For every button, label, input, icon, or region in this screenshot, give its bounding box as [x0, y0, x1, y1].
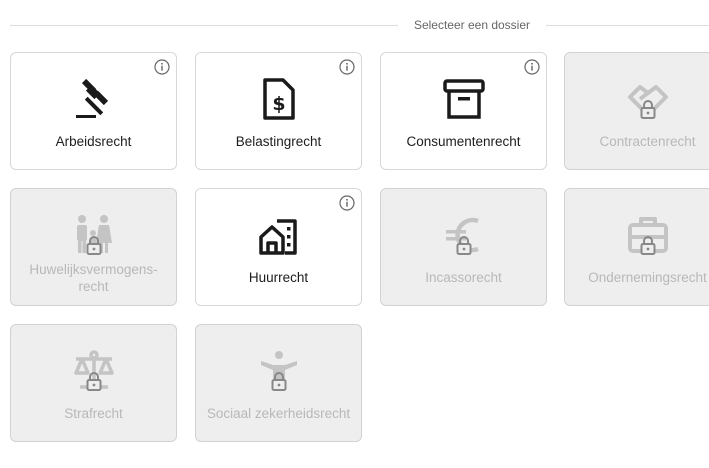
lock-icon [86, 236, 101, 255]
info-icon[interactable] [339, 195, 355, 211]
info-icon[interactable] [154, 59, 170, 75]
dossier-card-incassorecht[interactable]: Incassorecht [380, 188, 547, 306]
info-icon[interactable] [339, 59, 355, 75]
card-label: Huurrecht [248, 270, 309, 285]
dossier-card-consumentenrecht[interactable]: Consumentenrecht [380, 52, 547, 170]
dossier-card-huwelijksvermogensrecht[interactable]: Huwelijksvermogens-recht [10, 188, 177, 306]
divider [546, 25, 709, 26]
info-icon[interactable] [524, 59, 540, 75]
lock-icon [640, 236, 655, 255]
dossier-card-arbeidsrecht[interactable]: Arbeidsrecht [10, 52, 177, 170]
dossier-card-sociaal-zekerheidsrecht[interactable]: Sociaal zekerheidsrecht [195, 324, 362, 442]
rental-building-icon [258, 219, 297, 255]
section-title: Selecteer een dossier [413, 18, 531, 32]
dossier-card-belastingrecht[interactable]: $ Belastingrecht [195, 52, 362, 170]
section-header: Selecteer een dossier [0, 14, 709, 38]
tax-document-icon: $ [262, 78, 295, 120]
dossier-card-ondernemingsrecht[interactable]: Ondernemingsrecht [564, 188, 709, 306]
card-label: Strafrecht [64, 406, 123, 421]
card-label: Incassorecht [425, 270, 502, 285]
lock-icon [640, 100, 655, 119]
svg-text:$: $ [272, 93, 285, 115]
divider [10, 25, 398, 26]
card-label: Belastingrecht [235, 134, 322, 149]
card-label: Sociaal zekerheidsrecht [206, 406, 351, 421]
card-label: Huwelijksvermogens-recht [29, 262, 158, 294]
lock-icon [271, 372, 286, 391]
lock-icon [456, 236, 471, 255]
lock-icon [86, 372, 101, 391]
dossier-card-huurrecht[interactable]: Huurrecht [195, 188, 362, 306]
gavel-icon [75, 78, 108, 118]
dossier-card-strafrecht[interactable]: Strafrecht [10, 324, 177, 442]
card-label: Arbeidsrecht [55, 134, 132, 149]
archive-box-icon [442, 79, 485, 119]
card-label: Contractenrecht [599, 134, 696, 149]
card-label: Ondernemingsrecht [588, 270, 707, 285]
dossier-card-contractenrecht[interactable]: Contractenrecht [564, 52, 709, 170]
card-label: Consumentenrecht [406, 134, 521, 149]
